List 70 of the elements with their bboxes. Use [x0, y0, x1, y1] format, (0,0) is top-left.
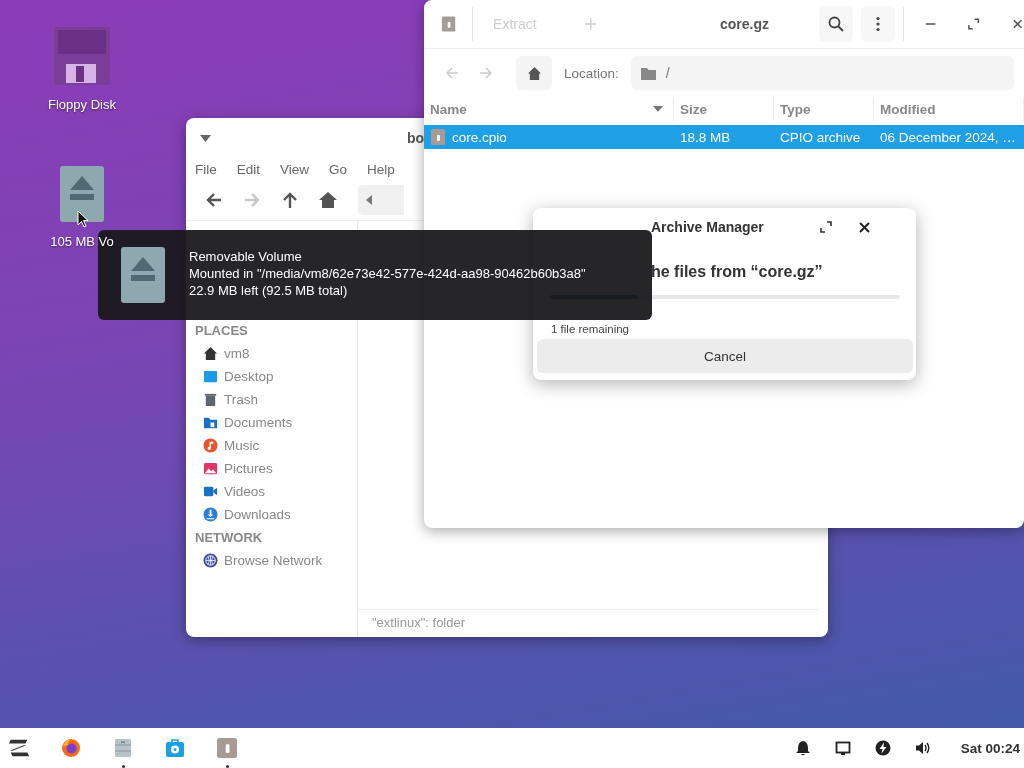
menu-item[interactable]: File: [195, 161, 217, 177]
search-icon: [828, 16, 845, 32]
sidebar-item[interactable]: Browse Network: [186, 549, 357, 572]
archive-icon: [441, 16, 457, 32]
desktop-icon-label: 105 MB Vo: [50, 234, 114, 249]
sidebar-item[interactable]: Pictures: [186, 457, 357, 480]
home-icon: [526, 65, 542, 81]
menu-item[interactable]: Help: [367, 161, 395, 177]
sidebar-item[interactable]: Documents: [186, 411, 357, 434]
download-icon: [203, 507, 218, 522]
bell-icon[interactable]: [794, 740, 811, 756]
remaining-text: 1 file remaining: [550, 323, 630, 336]
column-header[interactable]: Name: [424, 97, 674, 121]
sort-caret-icon: [653, 106, 663, 112]
menu-icon: [876, 16, 881, 32]
file-icon: [430, 128, 446, 146]
window-title: core.gz: [719, 16, 771, 32]
sidebar-heading: PLACES: [194, 322, 249, 340]
globe-icon: [203, 553, 218, 568]
search-button[interactable]: [819, 6, 854, 42]
sidebar-item[interactable]: Videos: [186, 480, 357, 503]
music-icon: [203, 438, 218, 453]
removable-drive-icon: [121, 247, 165, 303]
file-row[interactable]: core.cpio 18.8 MB CPIO archive 06 December 2024, …: [424, 125, 1024, 149]
dialog-title: Archive Manager: [651, 219, 764, 235]
column-header[interactable]: Size: [674, 97, 774, 121]
sidebar-item[interactable]: Desktop: [186, 365, 357, 388]
sidebar-item[interactable]: Trash: [186, 388, 357, 411]
column-header[interactable]: Modified: [874, 97, 1024, 121]
location-field[interactable]: /: [630, 56, 1014, 90]
sidebar-heading: NETWORK: [194, 529, 264, 547]
lightning-bolt-icon[interactable]: [874, 740, 891, 756]
archive-icon[interactable]: [215, 738, 239, 758]
sidebar-item[interactable]: Downloads: [186, 503, 357, 526]
running-indicator-dot: [121, 765, 125, 768]
running-indicator-dot: [225, 765, 229, 768]
menu-item[interactable]: Go: [329, 161, 348, 177]
sidebar-item[interactable]: vm8: [186, 342, 357, 365]
firefox-icon[interactable]: [59, 738, 83, 758]
tooltip-text: 22.9 MB left (92.5 MB total): [189, 283, 349, 299]
home-button[interactable]: [516, 56, 552, 90]
status-bar-text: "extlinux": folder: [358, 609, 818, 637]
tooltip-text: Mounted in "/media/vm8/62e73e42-577e-424d-aa98-90462b60b3a8": [189, 266, 586, 282]
clock[interactable]: Sat 00:24: [960, 740, 1020, 756]
cancel-button[interactable]: Cancel: [537, 339, 913, 373]
sidebar-item[interactable]: Music: [186, 434, 357, 457]
shopping-bag-icon[interactable]: [163, 738, 187, 758]
zorin-logo-icon[interactable]: [7, 738, 31, 758]
pictures-icon: [203, 461, 218, 476]
home-icon: [203, 346, 218, 361]
caret-icon: [366, 195, 372, 205]
tooltip-title: Removable Volume: [189, 249, 303, 265]
mouse-cursor-icon: [77, 210, 89, 228]
desktop-icon-label: Floppy Disk: [48, 97, 116, 112]
close-icon[interactable]: [858, 221, 870, 233]
video-camera-icon: [203, 484, 218, 499]
dropdown-icon[interactable]: [200, 134, 211, 142]
window-title: bo: [407, 130, 425, 146]
trash-icon: [203, 392, 218, 407]
location-label: Location:: [564, 65, 619, 81]
maximize-icon[interactable]: [967, 17, 981, 31]
monitor-icon[interactable]: [834, 740, 851, 756]
folder-icon: [640, 66, 656, 80]
menu-item[interactable]: Edit: [236, 161, 261, 177]
maximize-icon[interactable]: [819, 221, 832, 233]
volume-icon[interactable]: [914, 740, 931, 756]
folder-icon: [203, 415, 218, 430]
column-header[interactable]: Type: [774, 97, 874, 121]
desktop-icon: [203, 369, 218, 384]
menu-item[interactable]: View: [280, 161, 310, 177]
